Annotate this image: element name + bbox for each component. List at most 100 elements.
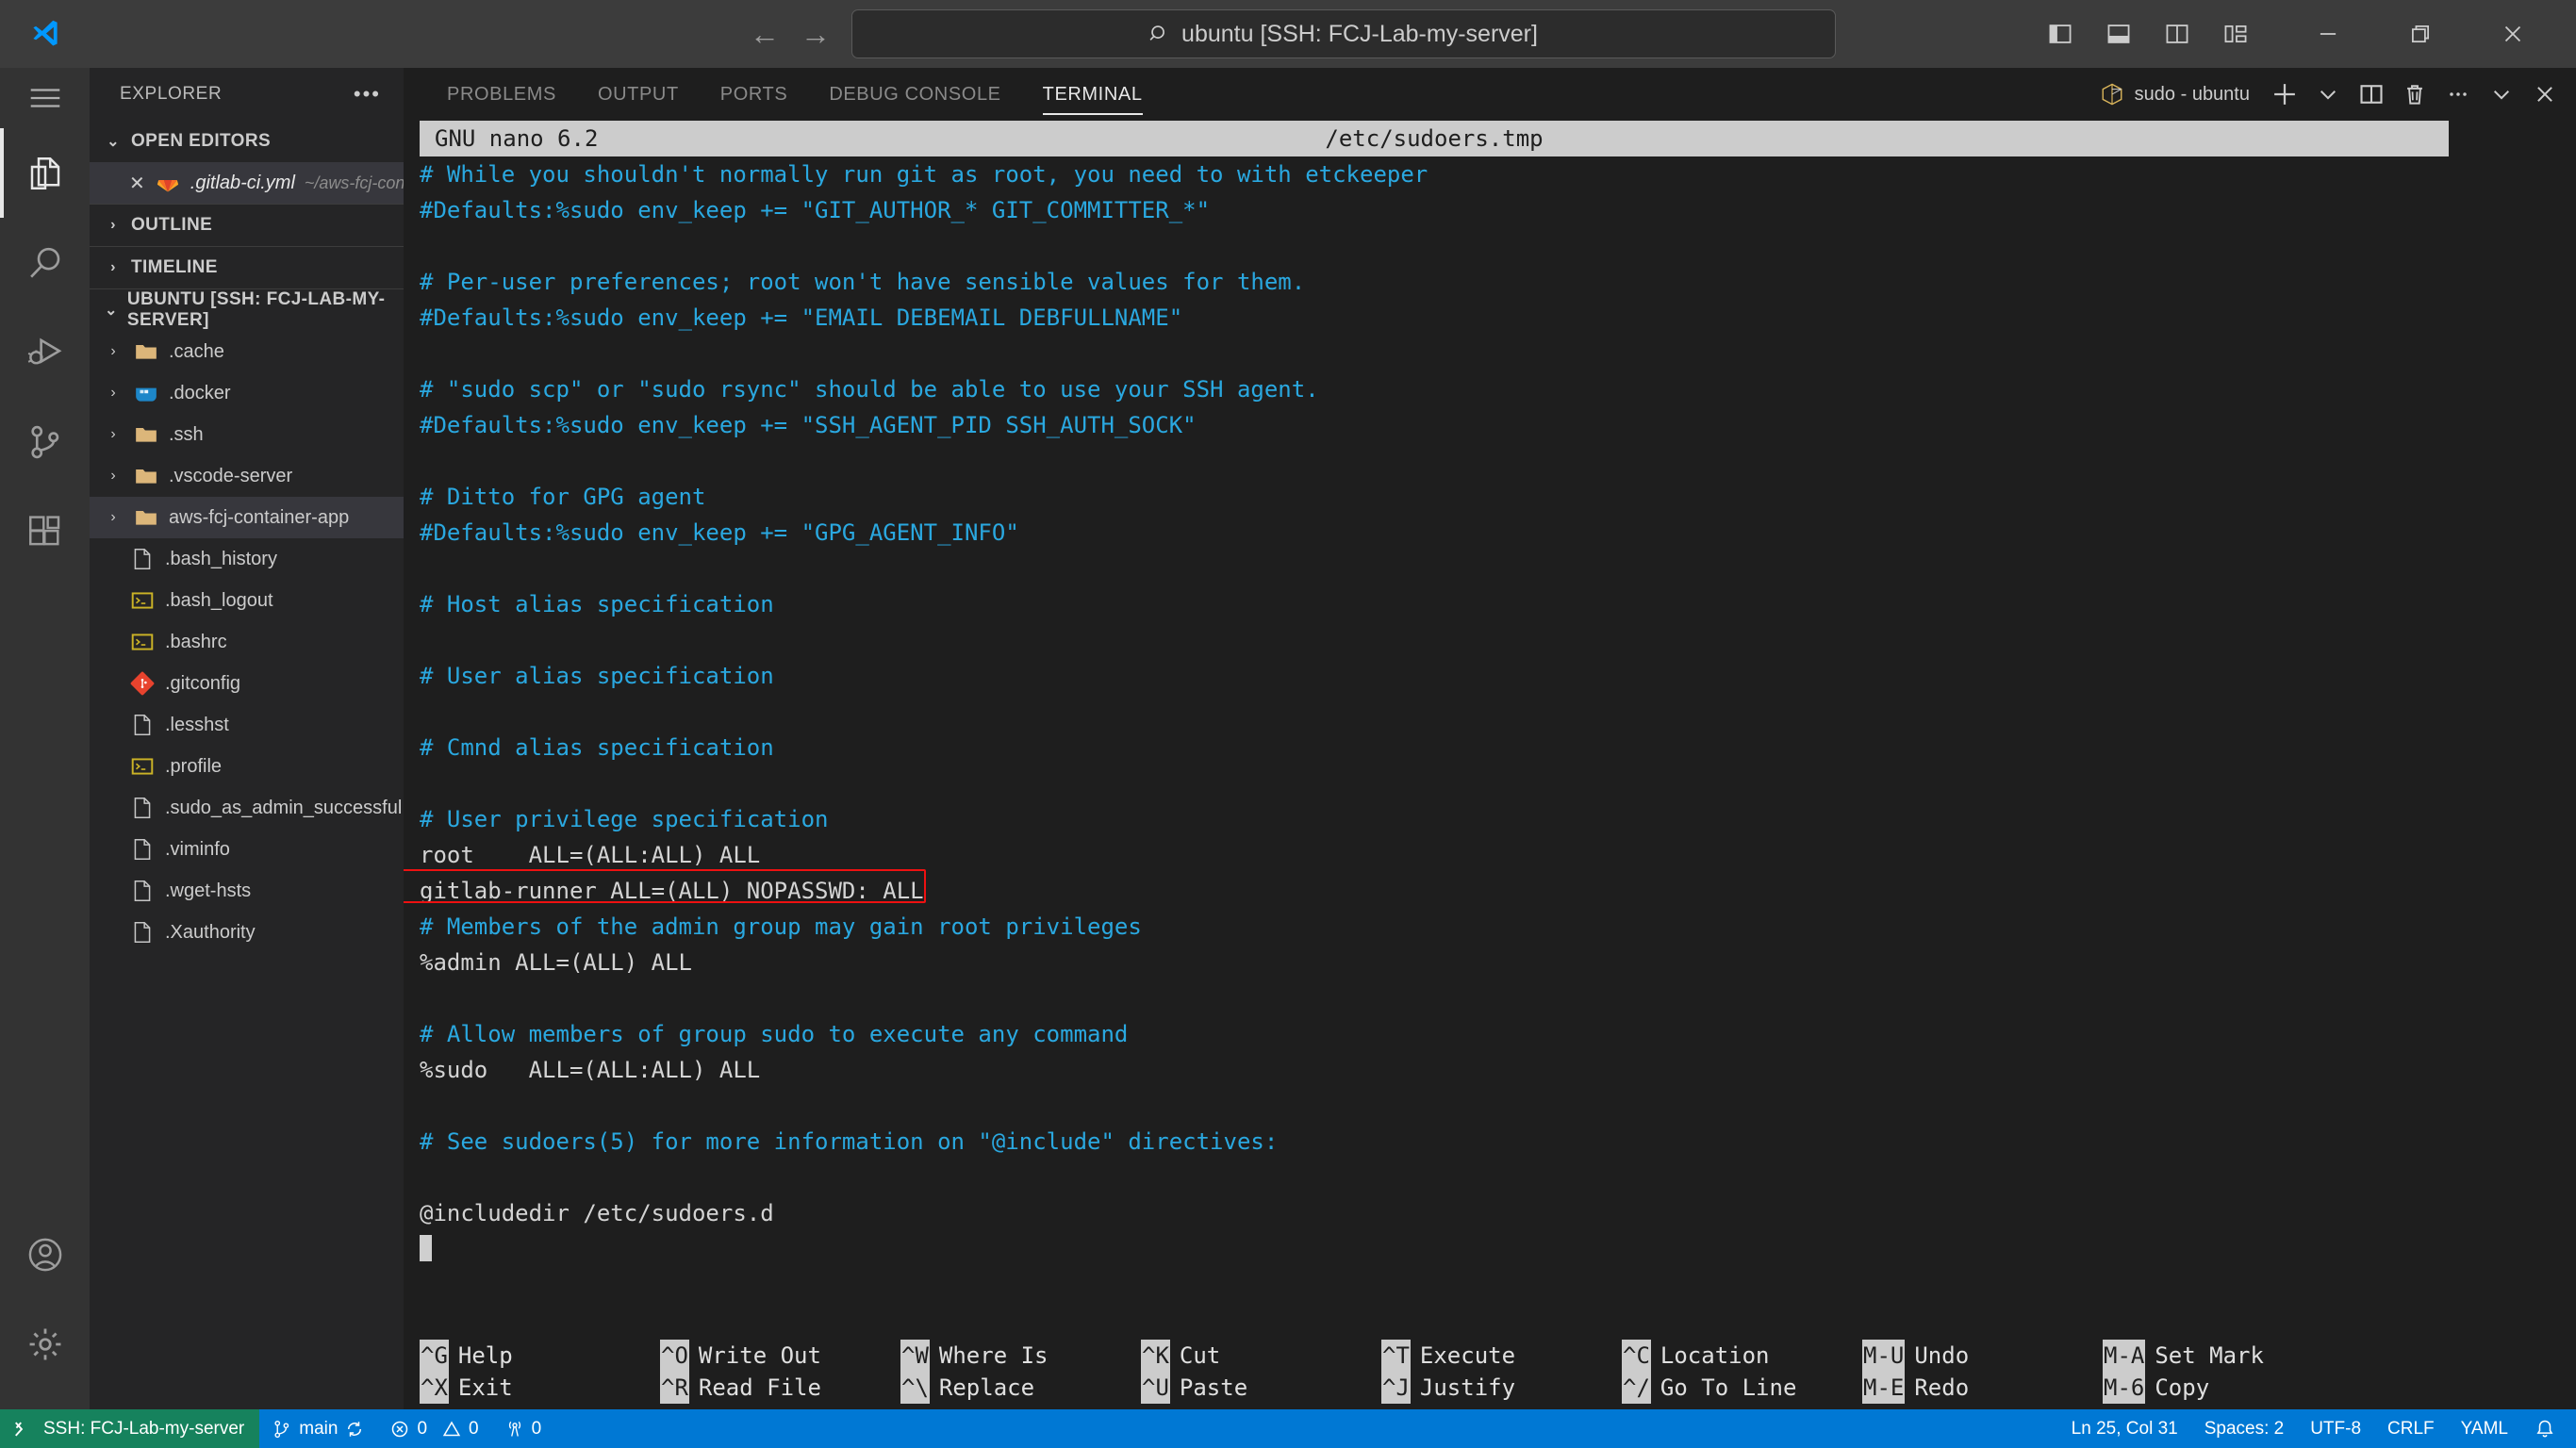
git-icon <box>129 670 156 697</box>
section-timeline[interactable]: › TIMELINE <box>90 247 404 288</box>
navigation-controls: ← → <box>750 19 831 49</box>
toggle-panel-icon[interactable] <box>2089 0 2148 68</box>
tree-item-aws-fcj-container-app[interactable]: › aws-fcj-container-app <box>90 497 404 538</box>
terminal-view[interactable]: GNU nano 6.2 /etc/sudoers.tmp # While yo… <box>404 121 2576 1409</box>
tree-item-profile[interactable]: .profile <box>90 746 404 787</box>
nano-shortcut-key: ^T <box>1381 1340 1411 1372</box>
status-language-mode[interactable]: YAML <box>2448 1409 2521 1448</box>
split-terminal-icon[interactable] <box>2350 68 2393 121</box>
tab-terminal[interactable]: TERMINAL <box>1022 68 1164 121</box>
gear-icon[interactable] <box>0 1299 90 1389</box>
terminal-line: # Per-user preferences; root won't have … <box>420 269 1306 295</box>
sidebar-item-source-control[interactable] <box>0 397 90 486</box>
nano-shortcut-column: ^C Location ^/ Go To Line <box>1622 1340 1862 1404</box>
sidebar-item-run-and-debug[interactable] <box>0 307 90 397</box>
sidebar-item-explorer[interactable] <box>0 128 90 218</box>
minimize-button[interactable] <box>2299 0 2357 68</box>
command-center-search[interactable]: ubuntu [SSH: FCJ-Lab-my-server] <box>851 9 1836 58</box>
console-icon <box>129 753 156 780</box>
tree-item-viminfo[interactable]: .viminfo <box>90 829 404 870</box>
status-eol[interactable]: CRLF <box>2374 1409 2448 1448</box>
kill-terminal-trash-icon[interactable] <box>2393 68 2436 121</box>
nano-shortcut-label: Paste <box>1179 1374 1248 1401</box>
nano-shortcut-column: ^G Help ^X Exit <box>420 1340 660 1404</box>
tab-output[interactable]: OUTPUT <box>577 68 700 121</box>
nano-editor-content[interactable]: # While you shouldn't normally run git a… <box>404 156 2576 1267</box>
terminal-shell-icon <box>2099 81 2125 107</box>
tree-item-vscode-server[interactable]: › .vscode-server <box>90 455 404 497</box>
tree-item-bashrc[interactable]: .bashrc <box>90 621 404 663</box>
status-ports[interactable]: 0 <box>492 1409 555 1448</box>
active-terminal-selector[interactable]: sudo - ubuntu <box>2086 81 2263 107</box>
close-icon[interactable]: ✕ <box>129 172 145 195</box>
file-icon <box>129 919 156 946</box>
new-terminal-icon[interactable] <box>2263 68 2306 121</box>
tree-item-xauthority[interactable]: .Xauthority <box>90 912 404 953</box>
back-arrow-icon[interactable]: ← <box>750 19 780 49</box>
accounts-icon[interactable] <box>0 1209 90 1299</box>
error-icon <box>390 1420 409 1439</box>
section-workspace-root[interactable]: ⌄ UBUNTU [SSH: FCJ-LAB-MY-SERVER] <box>90 289 404 331</box>
close-button[interactable] <box>2484 0 2542 68</box>
panel-actions: sudo - ubuntu <box>2086 68 2567 121</box>
terminal-line: # Cmnd alias specification <box>420 734 774 761</box>
nano-shortcut-key: ^C <box>1622 1340 1651 1372</box>
section-outline[interactable]: › OUTLINE <box>90 205 404 246</box>
terminal-cursor <box>420 1231 2576 1267</box>
more-actions-icon[interactable] <box>2436 68 2480 121</box>
tree-item-bash-logout[interactable]: .bash_logout <box>90 580 404 621</box>
console-icon <box>129 587 156 614</box>
new-terminal-chevron-down-icon[interactable] <box>2306 68 2350 121</box>
sidebar-item-extensions[interactable] <box>0 486 90 576</box>
tab-ports[interactable]: PORTS <box>700 68 809 121</box>
toggle-primary-sidebar-icon[interactable] <box>2031 0 2089 68</box>
status-remote-indicator[interactable]: SSH: FCJ-Lab-my-server <box>0 1409 260 1448</box>
terminal-line: #Defaults:%sudo env_keep += "GIT_AUTHOR_… <box>420 197 1211 223</box>
timeline-label: TIMELINE <box>131 257 218 277</box>
nano-shortcut-key: M-6 <box>2103 1372 2146 1404</box>
close-panel-icon[interactable] <box>2523 68 2567 121</box>
terminal-line: #Defaults:%sudo env_keep += "GPG_AGENT_I… <box>420 519 1019 546</box>
section-open-editors[interactable]: ⌄ OPEN EDITORS <box>90 121 404 162</box>
notifications-bell-icon[interactable] <box>2521 1409 2576 1448</box>
nano-shortcut-read-file: ^R Read File <box>660 1372 900 1404</box>
sidebar-more-actions-icon[interactable]: ••• <box>354 82 381 107</box>
panel-header: PROBLEMS OUTPUT PORTS DEBUG CONSOLE TERMINAL… <box>404 68 2576 121</box>
status-encoding[interactable]: UTF-8 <box>2297 1409 2374 1448</box>
forward-arrow-icon[interactable]: → <box>801 19 831 49</box>
terminal-line: # "sudo scp" or "sudo rsync" should be a… <box>420 376 1319 403</box>
nano-shortcut-undo: M-U Undo <box>1862 1340 2103 1372</box>
status-cursor-position[interactable]: Ln 25, Col 31 <box>2058 1409 2191 1448</box>
nano-shortcut-column: ^T Execute ^J Justify <box>1381 1340 1622 1404</box>
open-editor-item[interactable]: ✕ .gitlab-ci.yml ~/aws-fcj-contain... <box>90 162 404 204</box>
tree-item-wget-hsts[interactable]: .wget-hsts <box>90 870 404 912</box>
nano-shortcut-key: ^G <box>420 1340 449 1372</box>
tree-item-sudo-as-admin-successful[interactable]: .sudo_as_admin_successful <box>90 787 404 829</box>
nano-shortcut-key: M-E <box>1862 1372 1906 1404</box>
explorer-sidebar: EXPLORER ••• ⌄ OPEN EDITORS ✕ .gitlab-ci… <box>90 68 404 1409</box>
sync-icon[interactable] <box>345 1420 364 1439</box>
tab-problems[interactable]: PROBLEMS <box>426 68 577 121</box>
menu-hamburger-icon[interactable] <box>0 68 90 128</box>
tree-item-label: .vscode-server <box>169 465 293 486</box>
status-indentation[interactable]: Spaces: 2 <box>2191 1409 2298 1448</box>
terminal-name-label: sudo - ubuntu <box>2134 83 2250 105</box>
restore-button[interactable] <box>2391 0 2450 68</box>
vscode-window: ← → ubuntu [SSH: FCJ-Lab-my-server] EXPL… <box>0 0 2576 1448</box>
tree-item-cache[interactable]: › .cache <box>90 331 404 372</box>
tab-debug-console[interactable]: DEBUG CONSOLE <box>808 68 1021 121</box>
tree-item-ssh[interactable]: › .ssh <box>90 414 404 455</box>
status-branch[interactable]: main <box>259 1409 377 1448</box>
tree-item-bash-history[interactable]: .bash_history <box>90 538 404 580</box>
tree-item-lesshst[interactable]: .lesshst <box>90 704 404 746</box>
customize-layout-icon[interactable] <box>2206 0 2265 68</box>
hide-panel-chevron-down-icon[interactable] <box>2480 68 2523 121</box>
sidebar-item-search[interactable] <box>0 218 90 307</box>
tree-item-gitconfig[interactable]: .gitconfig <box>90 663 404 704</box>
toggle-secondary-sidebar-icon[interactable] <box>2148 0 2206 68</box>
status-problems[interactable]: 0 0 <box>377 1409 491 1448</box>
nano-shortcut-key: ^R <box>660 1372 689 1404</box>
tree-item-docker[interactable]: › .docker <box>90 372 404 414</box>
